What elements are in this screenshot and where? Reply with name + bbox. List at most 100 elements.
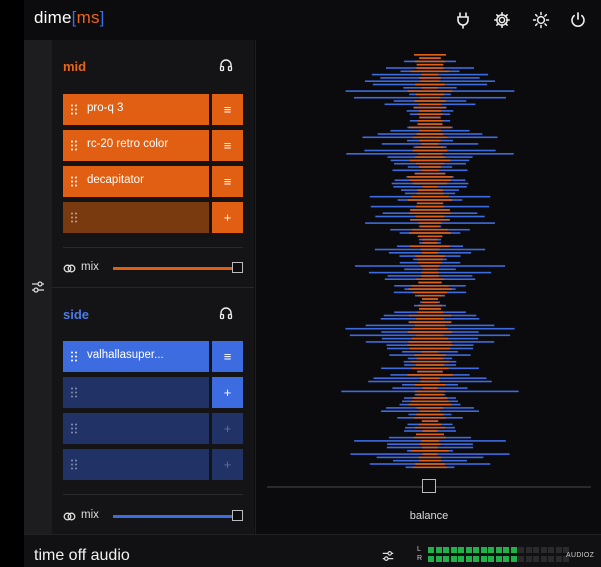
drag-handle-icon[interactable] — [71, 351, 77, 362]
plug-icon[interactable] — [454, 11, 472, 29]
headphones-icon[interactable] — [219, 58, 233, 77]
side-slot-3-empty[interactable] — [63, 413, 209, 444]
headphones-icon[interactable] — [219, 306, 233, 325]
power-icon[interactable] — [569, 11, 587, 29]
tune-sliders-icon[interactable] — [381, 549, 395, 567]
mid-signal-line — [422, 238, 438, 241]
mid-signal-line — [417, 113, 443, 115]
mid-signal-line — [412, 182, 448, 185]
mid-slot-1[interactable]: pro-q 3 — [63, 94, 209, 125]
meter-segment — [540, 547, 547, 553]
meter-segment — [503, 547, 509, 553]
side-slot-4-empty[interactable] — [63, 449, 209, 480]
meter-segment — [548, 556, 554, 562]
meter-segment — [450, 556, 457, 562]
balance-slider-handle[interactable] — [422, 479, 436, 493]
side-title: side — [63, 307, 90, 322]
app-logo: dime[ms] — [34, 8, 105, 27]
meter-segment — [510, 547, 517, 553]
mid-add-plugin-button[interactable]: + — [212, 202, 243, 233]
side-add-plugin-button[interactable]: + — [212, 377, 243, 408]
mid-signal-line — [416, 192, 444, 195]
mid-signal-line — [422, 298, 438, 300]
meter-segment — [488, 547, 494, 553]
mid-signal-line — [411, 337, 449, 340]
mid-title: mid — [63, 59, 87, 74]
plugin-name: pro-q 3 — [87, 102, 124, 114]
mid-signal-line — [419, 129, 441, 132]
mid-signal-line — [418, 261, 442, 264]
mid-signal-line — [412, 136, 448, 139]
mid-signal-line — [414, 384, 446, 386]
mid-signal-line — [419, 116, 441, 119]
mid-slot-4-empty[interactable] — [63, 202, 209, 233]
mid-mix-slider-handle[interactable] — [232, 262, 243, 273]
mid-signal-line — [408, 403, 452, 406]
mid-signal-line — [407, 199, 453, 201]
mid-signal-line — [416, 146, 444, 148]
mid-signal-line — [414, 172, 446, 175]
link-icon[interactable] — [63, 262, 76, 280]
meter-segment — [533, 547, 539, 553]
mid-mix-slider-track[interactable] — [113, 267, 233, 270]
mid-signal-line — [417, 123, 443, 125]
drag-handle-icon[interactable] — [71, 459, 77, 470]
mid-slot-2-menu-button[interactable]: ≡ — [212, 130, 243, 161]
mid-panel: mid pro-q 3 ≡ rc-20 retro color ≡ decapi… — [52, 40, 254, 287]
mid-mix-row: mix — [63, 261, 243, 275]
side-add-plugin-button-disabled[interactable]: + — [212, 413, 243, 444]
settings-gear-icon[interactable] — [493, 11, 511, 29]
mid-signal-line — [412, 327, 448, 330]
meter-right-label: R — [417, 555, 423, 562]
drag-handle-icon[interactable] — [71, 423, 77, 434]
meter-segment — [428, 547, 434, 553]
meter-segment — [548, 547, 554, 553]
mid-signal-line — [418, 456, 442, 459]
drag-handle-icon[interactable] — [71, 176, 77, 187]
mid-signal-line — [416, 67, 444, 69]
side-mix-slider-handle[interactable] — [232, 510, 243, 521]
brightness-icon[interactable] — [532, 11, 550, 29]
mid-signal-line — [419, 308, 441, 310]
meter-segment — [473, 547, 479, 553]
mid-signal-line — [416, 393, 444, 396]
mid-signal-line — [414, 100, 446, 102]
mid-signal-line — [419, 443, 441, 445]
mid-slot-3[interactable]: decapitator — [63, 166, 209, 197]
side-slot-1-menu-button[interactable]: ≡ — [212, 341, 243, 372]
mid-signal-line — [415, 156, 445, 158]
mid-slot-1-menu-button[interactable]: ≡ — [212, 94, 243, 125]
mid-signal-line — [409, 347, 451, 350]
mid-signal-line — [407, 331, 453, 333]
mid-signal-line — [422, 242, 438, 244]
mid-signal-line — [420, 380, 440, 383]
mid-signal-line — [415, 255, 445, 257]
mid-signal-line — [409, 232, 451, 234]
mid-slot-3-menu-button[interactable]: ≡ — [212, 166, 243, 197]
meter-segment — [540, 556, 547, 562]
side-panel: side valhallasuper... ≡ + + + mix — [52, 287, 254, 534]
drag-handle-icon[interactable] — [71, 212, 77, 223]
mid-slot-2[interactable]: rc-20 retro color — [63, 130, 209, 161]
drag-handle-icon[interactable] — [71, 387, 77, 398]
side-add-plugin-button-disabled[interactable]: + — [212, 449, 243, 480]
tune-sliders-icon[interactable] — [30, 279, 46, 300]
link-icon[interactable] — [63, 510, 76, 528]
mid-signal-line — [413, 106, 447, 109]
drag-handle-icon[interactable] — [71, 140, 77, 151]
drag-handle-icon[interactable] — [71, 104, 77, 115]
mid-signal-line — [415, 215, 445, 218]
mid-signal-line — [419, 57, 441, 59]
meter-segment — [450, 547, 457, 553]
side-mix-slider-track[interactable] — [113, 515, 233, 518]
mid-signal-line — [411, 400, 449, 403]
mid-signal-line — [416, 413, 444, 416]
side-slot-1[interactable]: valhallasuper... — [63, 341, 209, 372]
header: dime[ms] — [24, 0, 601, 40]
side-slot-2-empty[interactable] — [63, 377, 209, 408]
mid-signal-line — [416, 278, 444, 280]
mid-signal-line — [416, 63, 444, 66]
mid-signal-line — [412, 149, 448, 152]
mid-signal-line — [419, 77, 441, 79]
mid-signal-line — [412, 397, 448, 399]
